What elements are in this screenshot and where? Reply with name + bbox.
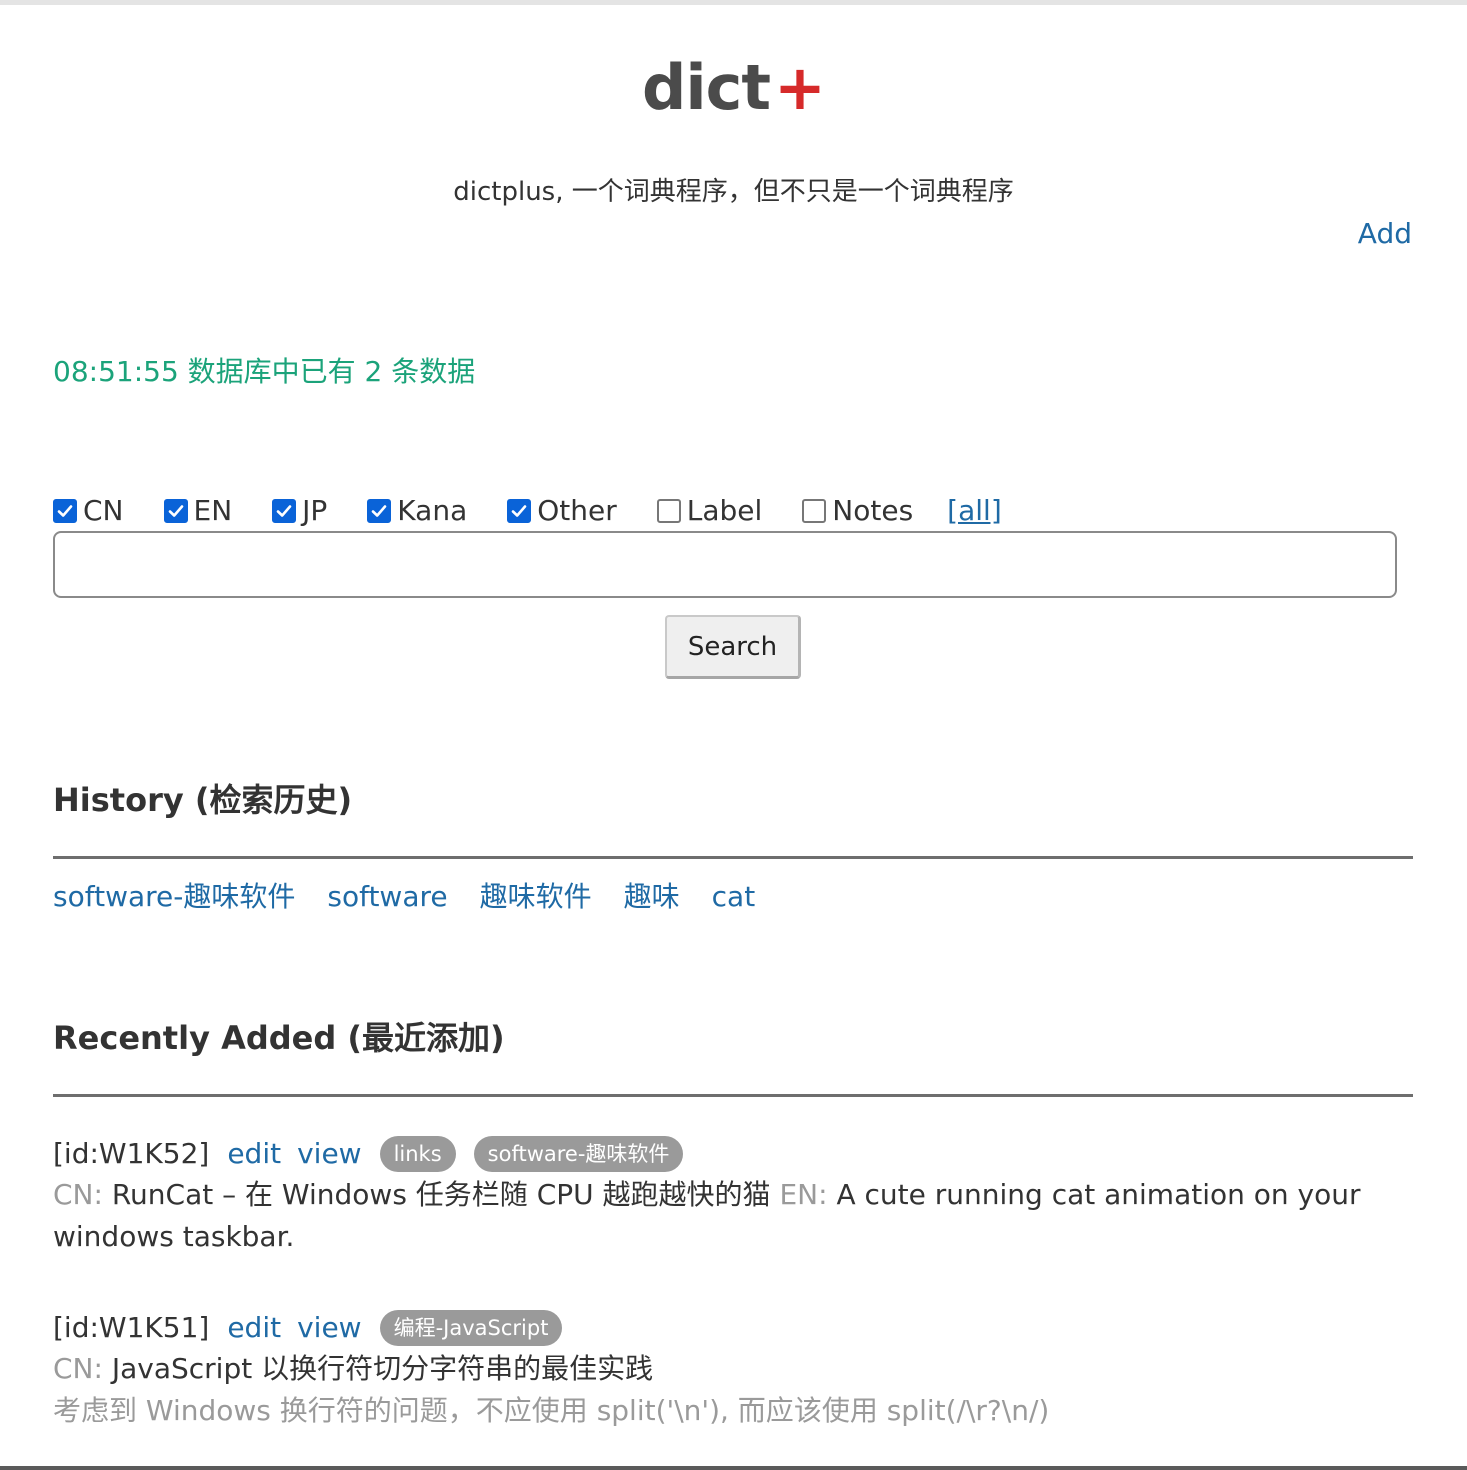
- checkbox-notes[interactable]: [802, 499, 827, 523]
- filter-cn[interactable]: CN: [53, 494, 124, 527]
- filter-label: EN: [193, 493, 233, 527]
- entry-id: [id:W1K52]: [53, 1137, 210, 1170]
- history-item[interactable]: 趣味软件: [480, 876, 592, 918]
- filter-label: Notes: [832, 493, 914, 527]
- check-icon: [168, 505, 183, 517]
- cn-label: CN:: [53, 1178, 103, 1211]
- checkbox-kana[interactable]: [367, 499, 392, 523]
- tag-badge[interactable]: links: [379, 1136, 456, 1172]
- tag-badge[interactable]: software-趣味软件: [473, 1136, 684, 1172]
- checkbox-other[interactable]: [507, 499, 532, 523]
- edit-link[interactable]: edit: [227, 1308, 281, 1348]
- window-bottom-edge: [0, 1466, 1467, 1470]
- history-item[interactable]: 趣味: [624, 876, 680, 918]
- recent-divider: [53, 1094, 1413, 1097]
- filter-jp[interactable]: JP: [272, 494, 327, 527]
- en-label: EN:: [779, 1178, 828, 1211]
- entry-id: [id:W1K51]: [53, 1311, 210, 1344]
- view-link[interactable]: view: [297, 1308, 361, 1348]
- cn-text: JavaScript 以换行符切分字符串的最佳实践: [111, 1352, 654, 1385]
- check-icon: [276, 505, 292, 517]
- filter-en[interactable]: EN: [163, 493, 233, 527]
- check-icon: [371, 505, 387, 517]
- logo-text: dict: [642, 51, 771, 124]
- search-field-filters: CN EN JP Kana Other Label Notes [all]: [53, 489, 1002, 531]
- select-all-link[interactable]: [all]: [947, 494, 1002, 527]
- history-divider: [53, 856, 1413, 859]
- filter-label: Kana: [397, 493, 468, 527]
- view-link[interactable]: view: [297, 1134, 361, 1174]
- entry-header: [id:W1K52] edit view links software-趣味软件: [53, 1134, 699, 1174]
- history-list: software-趣味软件 software 趣味软件 趣味 cat: [53, 876, 787, 918]
- checkbox-jp[interactable]: [272, 499, 297, 523]
- edit-link[interactable]: edit: [227, 1134, 281, 1174]
- history-item[interactable]: cat: [712, 876, 756, 918]
- cn-label: CN:: [53, 1352, 103, 1385]
- logo-plus: +: [774, 51, 826, 124]
- app-logo: dict+: [0, 48, 1467, 128]
- entry-content: CN: JavaScript 以换行符切分字符串的最佳实践: [53, 1348, 1383, 1390]
- filter-label: JP: [302, 493, 328, 527]
- check-icon: [511, 505, 527, 517]
- search-button[interactable]: Search: [665, 615, 801, 679]
- checkbox-label[interactable]: [656, 499, 681, 523]
- filter-other[interactable]: Other: [507, 494, 617, 527]
- filter-label: Other: [537, 493, 617, 527]
- add-link[interactable]: Add: [1358, 214, 1412, 254]
- filter-label: Label: [686, 493, 763, 527]
- history-title: History (检索历史): [53, 781, 353, 819]
- check-icon: [57, 505, 73, 517]
- filter-notes[interactable]: Notes: [802, 494, 913, 527]
- search-input[interactable]: [53, 531, 1397, 598]
- checkbox-en[interactable]: [163, 499, 188, 523]
- checkbox-cn[interactable]: [53, 499, 77, 523]
- recent-title: Recently Added (最近添加): [53, 1019, 505, 1057]
- status-message: 08:51:55 数据库中已有 2 条数据: [53, 355, 476, 388]
- cn-text: RunCat – 在 Windows 任务栏随 CPU 越跑越快的猫: [111, 1178, 771, 1211]
- window-top-edge: [0, 0, 1467, 5]
- entry-header: [id:W1K51] edit view 编程-JavaScript: [53, 1308, 578, 1348]
- entry-content: CN: RunCat – 在 Windows 任务栏随 CPU 越跑越快的猫 E…: [53, 1174, 1383, 1258]
- history-item[interactable]: software-趣味软件: [53, 876, 295, 918]
- tag-badge[interactable]: 编程-JavaScript: [379, 1310, 563, 1346]
- app-subtitle: dictplus, 一个词典程序，但不只是一个词典程序: [453, 177, 1014, 207]
- history-item[interactable]: software: [327, 876, 447, 918]
- filter-kana[interactable]: Kana: [367, 494, 467, 527]
- filter-label-field[interactable]: Label: [656, 493, 763, 527]
- entry-notes: 考虑到 Windows 换行符的问题，不应使用 split('\n'), 而应该…: [53, 1394, 1050, 1427]
- filter-label: CN: [83, 493, 124, 527]
